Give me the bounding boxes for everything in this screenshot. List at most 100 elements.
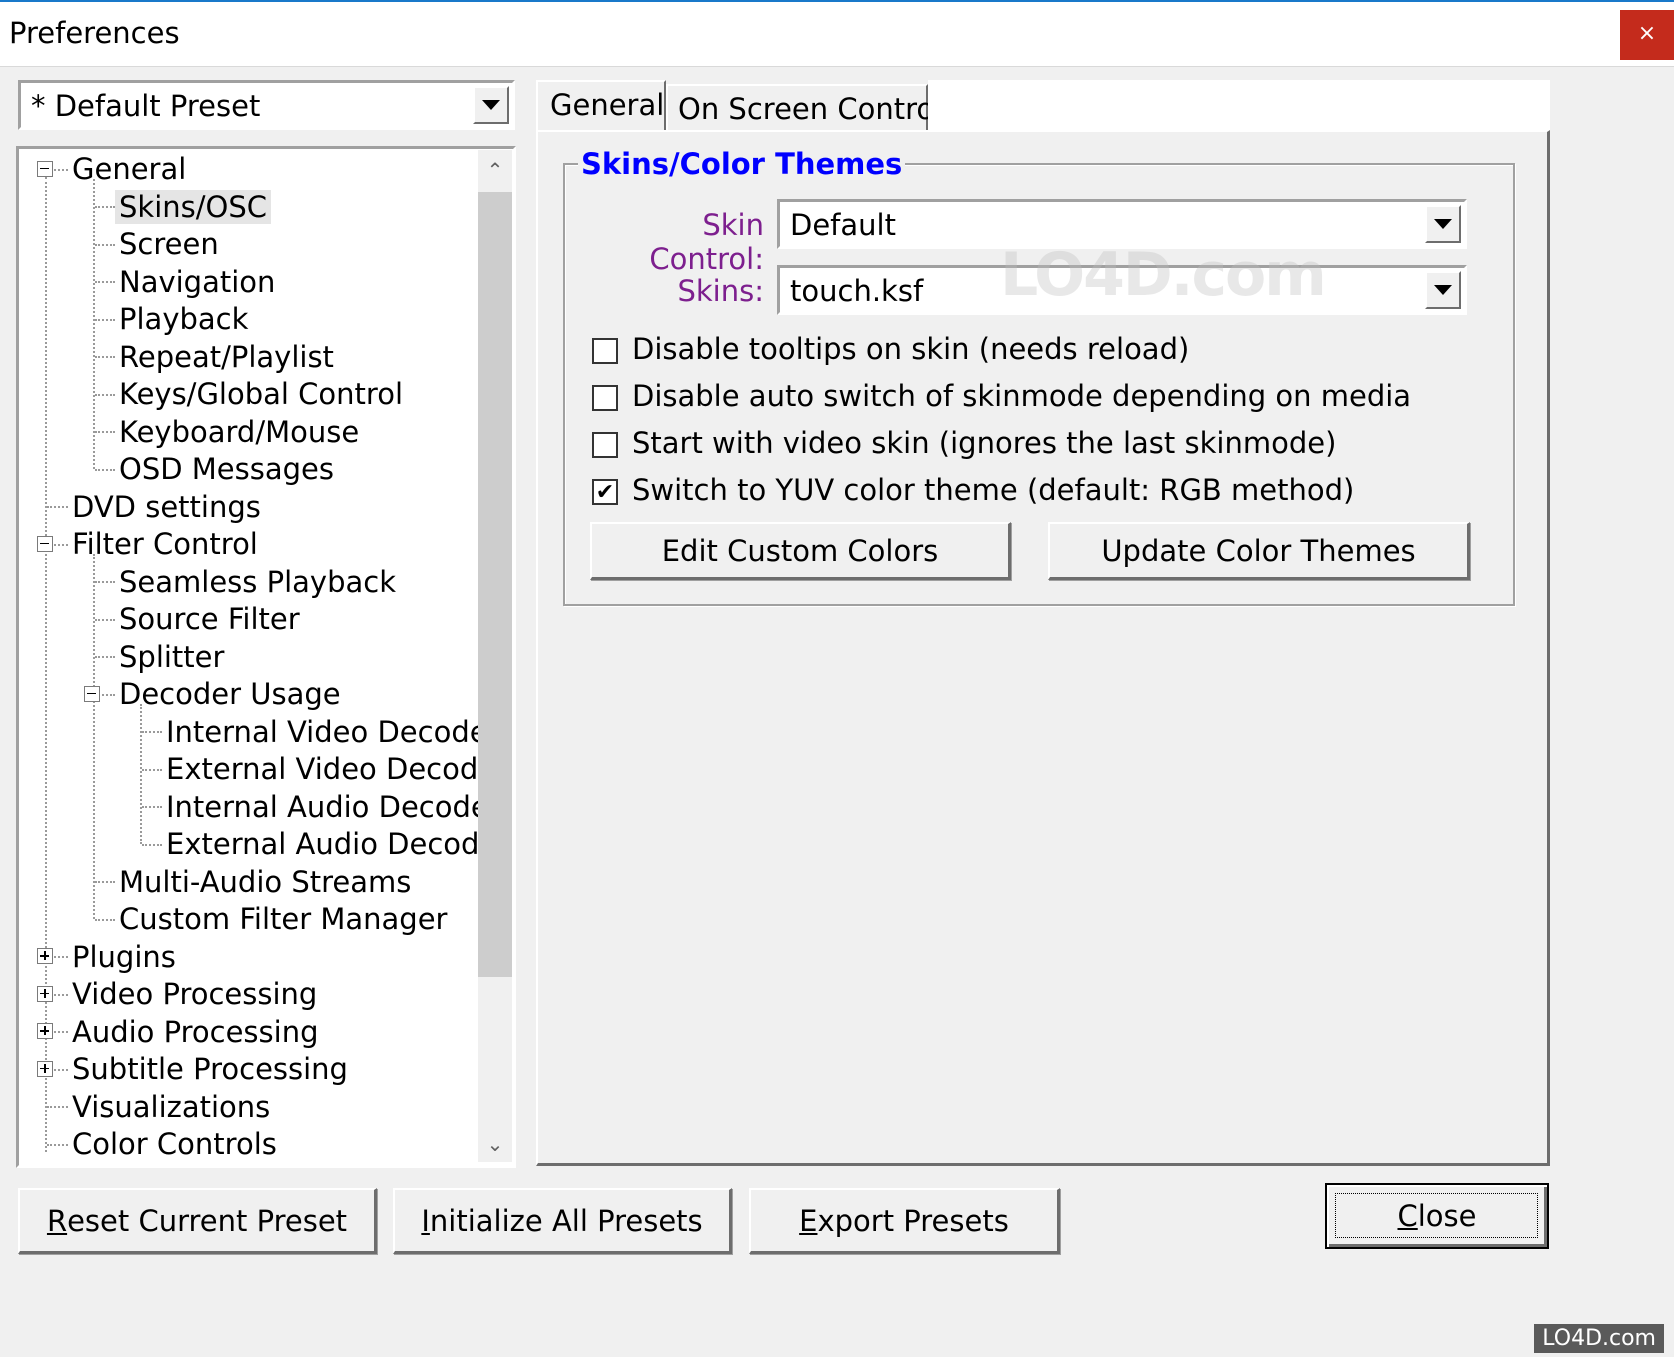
tab-strip-fill	[928, 80, 1550, 132]
update-color-themes-button[interactable]: Update Color Themes	[1048, 522, 1470, 580]
checkbox-label[interactable]: Disable auto switch of skinmode dependin…	[632, 379, 1411, 413]
tree-item[interactable]: Repeat/Playlist	[119, 338, 334, 376]
expand-plus-icon[interactable]	[37, 1060, 53, 1077]
tree-connector	[95, 356, 115, 359]
tree-connector	[142, 843, 162, 846]
tree-item-label: General	[72, 152, 187, 186]
tree-item[interactable]: Skins/OSC	[115, 188, 272, 226]
checkbox[interactable]	[592, 432, 618, 458]
preset-dropdown[interactable]: * Default Preset	[18, 80, 515, 130]
skins-label: Skins:	[677, 274, 764, 308]
focus-rect	[1335, 1193, 1538, 1238]
tree-connector	[47, 1106, 68, 1109]
skins-value: touch.ksf	[790, 274, 924, 308]
reset-label-rest: eset Current Preset	[67, 1203, 348, 1238]
export-presets-button[interactable]: Export Presets	[749, 1188, 1060, 1254]
watermark-logo: LO4D.com	[1000, 240, 1327, 310]
checkbox-label[interactable]: Start with video skin (ignores the last …	[632, 426, 1336, 460]
tree-item[interactable]: Source Filter	[119, 600, 300, 638]
tree-item-label: Filter Control	[72, 527, 258, 561]
edit-custom-colors-button[interactable]: Edit Custom Colors	[590, 522, 1011, 580]
tree-connector	[95, 918, 115, 921]
chevron-down-icon[interactable]	[473, 86, 509, 124]
tree-item[interactable]: Plugins	[72, 938, 176, 976]
tree-item-label: Custom Filter Manager	[119, 902, 448, 936]
tree-connector	[95, 618, 115, 621]
expand-plus-icon[interactable]	[37, 1023, 53, 1040]
tree-connector	[95, 468, 115, 471]
scroll-down-icon[interactable]: ⌄	[478, 1124, 512, 1164]
tree-item-label: Subtitle Processing	[72, 1052, 348, 1086]
tree-item[interactable]: External Video Decoder	[166, 750, 508, 788]
export-label-rest: xport Presets	[817, 1203, 1009, 1238]
initialize-label-rest: nitialize All Presets	[429, 1203, 703, 1238]
reset-current-preset-button[interactable]: Reset Current Preset	[18, 1188, 377, 1254]
tree-connector	[95, 206, 115, 209]
expand-plus-icon[interactable]	[37, 948, 53, 965]
tree-item-label: Video Processing	[72, 977, 318, 1011]
tree-item-label: Internal Video Decoder	[166, 714, 500, 749]
tree-item[interactable]: External Audio Decoder	[166, 825, 509, 863]
tree-item-label: Seamless Playback	[119, 564, 397, 599]
tree-connector	[45, 176, 47, 1152]
chevron-down-icon[interactable]	[1425, 205, 1461, 243]
chevron-down-icon[interactable]	[1425, 271, 1461, 309]
collapse-minus-icon[interactable]	[84, 685, 100, 702]
tree-item[interactable]: Internal Audio Decoder	[166, 788, 501, 826]
checkbox[interactable]	[592, 338, 618, 364]
tab-general[interactable]: General	[536, 80, 666, 132]
tree-connector	[95, 393, 115, 396]
tree-item[interactable]: Video Processing	[72, 975, 317, 1013]
tree-item[interactable]: Custom Filter Manager	[119, 900, 447, 938]
tree-item[interactable]: Audio Processing	[72, 1013, 319, 1051]
tree-item[interactable]: Subtitle Processing	[72, 1050, 348, 1088]
tree-item-label: Splitter	[119, 639, 225, 674]
initialize-all-presets-button[interactable]: Initialize All Presets	[393, 1188, 732, 1254]
tree-item-label: Keys/Global Control	[119, 377, 404, 411]
tree-connector	[95, 881, 115, 884]
tree-item-label: Keyboard/Mouse	[119, 414, 360, 449]
tree-connector	[95, 318, 115, 321]
tree-item[interactable]: Decoder Usage	[119, 675, 341, 713]
tree-item[interactable]: OSD Messages	[119, 450, 334, 488]
tree-item[interactable]: Visualizations	[72, 1088, 270, 1126]
tree-item-label: Audio Processing	[72, 1014, 319, 1049]
tree-connector	[95, 656, 115, 659]
checkbox-label[interactable]: Switch to YUV color theme (default: RGB …	[632, 473, 1354, 507]
collapse-minus-icon[interactable]	[37, 160, 53, 177]
tree-item[interactable]: Keyboard/Mouse	[119, 413, 359, 451]
scroll-up-icon[interactable]: ⌃	[478, 150, 512, 190]
tree-item[interactable]: Multi-Audio Streams	[119, 863, 411, 901]
collapse-minus-icon[interactable]	[37, 535, 53, 552]
tree-connector	[95, 243, 115, 246]
expand-plus-icon[interactable]	[37, 985, 53, 1002]
tree-connector	[93, 178, 95, 469]
tree-item[interactable]: Splitter	[119, 638, 224, 676]
tree-item-label: Repeat/Playlist	[119, 339, 334, 374]
tree-item[interactable]: Seamless Playback	[119, 563, 396, 601]
groupbox-title: Skins/Color Themes	[578, 147, 906, 181]
tree-item[interactable]: Internal Video Decoder	[166, 713, 500, 751]
title-bar: Preferences ×	[0, 0, 1674, 66]
window-close-button[interactable]: ×	[1620, 10, 1674, 60]
tree-item[interactable]: Keys/Global Control	[119, 375, 403, 413]
tree-item[interactable]: Color Controls	[72, 1125, 277, 1163]
tree-item[interactable]: DVD settings	[72, 488, 261, 526]
tree-item[interactable]: General	[72, 150, 186, 188]
close-button[interactable]: Close	[1325, 1183, 1549, 1249]
tree-item[interactable]: Screen	[119, 225, 219, 263]
tree-scrollbar-thumb[interactable]	[478, 192, 512, 977]
tab-on-screen-control[interactable]: On Screen Control	[666, 84, 942, 130]
tree-item-label: Color Controls	[72, 1127, 277, 1161]
tree-item-label: External Video Decoder	[166, 752, 509, 786]
tree-item-label: External Audio Decoder	[166, 827, 510, 861]
checkbox-checked[interactable]: ✔	[592, 479, 618, 505]
tree-connector	[95, 581, 115, 584]
checkbox[interactable]	[592, 385, 618, 411]
tree-connector	[142, 731, 162, 734]
tree-connector	[47, 506, 68, 509]
tree-item[interactable]: Playback	[119, 300, 248, 338]
checkbox-label[interactable]: Disable tooltips on skin (needs reload)	[632, 332, 1189, 366]
tree-item[interactable]: Filter Control	[72, 525, 258, 563]
tree-item[interactable]: Navigation	[119, 263, 275, 301]
